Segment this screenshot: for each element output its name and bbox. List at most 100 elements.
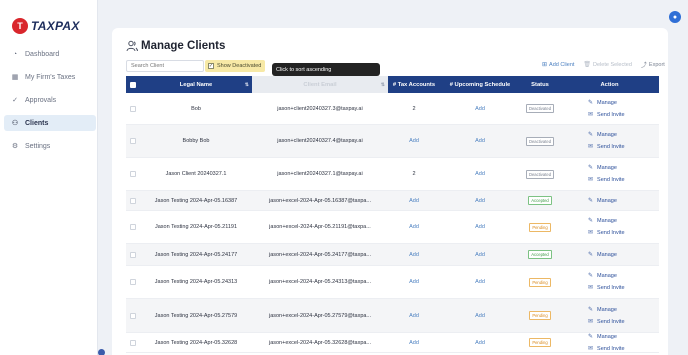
send-invite-link[interactable]: ✉ Send Invite [588,109,625,121]
export-button[interactable]: ⤴ Export [641,60,665,70]
row-checkbox[interactable] [130,339,136,346]
pencil-icon: ✎ [588,273,594,279]
status-cell: Pending [520,333,560,352]
manage-clients-card: Manage Clients ✓ Show Deactivated Click … [112,28,668,355]
add-client-button[interactable]: ⊞ Add Client [542,61,574,69]
page-title: Manage Clients [141,40,226,52]
manage-link[interactable]: ✎ Manage [588,215,617,227]
row-checkbox[interactable] [130,197,136,204]
tax-accounts-cell[interactable]: Add [388,299,440,332]
page-header: Manage Clients [126,40,225,52]
tax-accounts-value[interactable]: Add [409,198,419,204]
checkbox[interactable]: ✓ [208,63,214,69]
row-checkbox[interactable] [130,138,136,144]
header-label: # Upcoming Schedule [449,81,511,88]
send-invite-link[interactable]: ✉ Send Invite [588,227,625,239]
tax-accounts-value[interactable]: Add [409,224,419,230]
envelope-icon: ✉ [588,318,594,325]
add-schedule-link[interactable]: Add [475,252,485,258]
delete-selected-button[interactable]: 🗑 Delete Selected [583,61,631,69]
sidebar-item-clients[interactable]: ⚇ Clients [4,115,96,131]
action-cell: ✎ Manage ✉ Send Invite [560,266,659,298]
row-checkbox[interactable] [130,224,136,230]
tax-accounts-cell[interactable]: Add [388,333,440,352]
user-avatar[interactable]: ● [669,11,681,23]
send-invite-label: Send Invite [597,285,625,291]
manage-link[interactable]: ✎ Manage [588,129,617,141]
add-schedule-link[interactable]: Add [475,279,485,285]
tax-accounts-cell[interactable]: Add [388,191,440,210]
add-schedule-link[interactable]: Add [475,106,485,112]
tax-accounts-value[interactable]: Add [409,340,419,346]
manage-link[interactable]: ✎ Manage [588,195,617,207]
upcoming-schedule-cell[interactable]: Add [440,211,520,243]
tax-accounts-cell[interactable]: Add [388,211,440,243]
manage-link[interactable]: ✎ Manage [588,97,617,109]
row-checkbox[interactable] [130,279,136,285]
sidebar-item-my-firms-taxes[interactable]: ▦ My Firm's Taxes [4,69,96,85]
action-cell: ✎ Manage ✉ Send Invite [560,93,659,124]
tax-accounts-value[interactable]: Add [409,279,419,285]
manage-label: Manage [597,306,617,313]
add-schedule-link[interactable]: Add [475,340,485,346]
row-select-cell [126,266,140,298]
tax-accounts-value[interactable]: Add [409,252,419,258]
search-input[interactable] [126,60,204,72]
send-invite-link[interactable]: ✉ Send Invite [588,141,625,153]
legal-name-cell: Jason Testing 2024-Apr-05.24177 [154,251,238,258]
envelope-icon: ✉ [588,230,594,236]
row-checkbox[interactable] [130,105,136,112]
table-row: Jason Testing 2024-Apr-05.32628 jason+exc… [126,333,659,353]
client-email-cell: jason+excel-2024-Apr-05.24313@taxpa... [268,279,372,285]
upcoming-schedule-cell[interactable]: Add [440,266,520,298]
send-invite-link[interactable]: ✉ Send Invite [588,174,625,186]
add-schedule-link[interactable]: Add [475,224,485,230]
send-invite-link[interactable]: ✉ Send Invite [588,282,625,294]
sidebar-item-dashboard[interactable]: ◔ Dashboard [4,46,96,62]
tax-accounts-cell[interactable]: Add [388,125,440,157]
upcoming-schedule-cell[interactable]: Add [440,299,520,332]
select-all-checkbox[interactable] [130,81,136,88]
header-legal-name[interactable]: Legal Name ⇅ [140,76,252,93]
status-badge: Accepted [528,196,552,205]
add-schedule-link[interactable]: Add [475,171,485,177]
tax-accounts-value[interactable]: Add [409,138,419,144]
add-schedule-link[interactable]: Add [475,313,485,319]
upcoming-schedule-cell[interactable]: Add [440,125,520,157]
add-schedule-link[interactable]: Add [475,138,485,144]
upcoming-schedule-cell[interactable]: Add [440,191,520,210]
upcoming-schedule-cell[interactable]: Add [440,244,520,265]
users-icon: ⚇ [11,120,19,127]
sidebar-item-approvals[interactable]: ✓ Approvals [4,92,96,108]
header-upcoming-schedule[interactable]: # Upcoming Schedule [440,76,520,93]
manage-label: Manage [597,333,617,340]
manage-label: Manage [597,132,617,138]
show-deactivated-toggle[interactable]: ✓ Show Deactivated [205,60,265,72]
client-email-cell: jason+client20240327.3@taxpay.ai [277,105,363,112]
manage-label: Manage [597,273,617,279]
add-schedule-link[interactable]: Add [475,198,485,204]
tax-accounts-value[interactable]: Add [409,313,419,319]
send-invite-link[interactable]: ✉ Send Invite [588,316,625,328]
sidebar-item-settings[interactable]: ⚙ Settings [4,138,96,154]
header-status[interactable]: Status [520,76,560,93]
tax-accounts-cell[interactable]: Add [388,266,440,298]
upcoming-schedule-cell[interactable]: Add [440,93,520,124]
send-invite-link[interactable]: ✉ Send Invite [588,343,625,353]
row-checkbox[interactable] [130,171,136,177]
upcoming-schedule-cell[interactable]: Add [440,333,520,352]
scroll-indicator[interactable] [98,349,105,355]
manage-link[interactable]: ✎ Manage [588,162,617,174]
tax-accounts-cell[interactable]: Add [388,244,440,265]
row-checkbox[interactable] [130,251,136,258]
taxpax-logo[interactable]: T TAXPAX [12,18,80,34]
header-tax-accounts[interactable]: # Tax Accounts [388,76,440,93]
manage-link[interactable]: ✎ Manage [588,270,617,282]
header-client-email[interactable]: Client Email ⇅ [252,76,388,93]
manage-link[interactable]: ✎ Manage [588,333,617,343]
row-checkbox[interactable] [130,312,136,319]
upcoming-schedule-cell[interactable]: Add [440,158,520,190]
manage-link[interactable]: ✎ Manage [588,249,617,261]
manage-link[interactable]: ✎ Manage [588,304,617,316]
pencil-icon: ✎ [588,251,594,258]
